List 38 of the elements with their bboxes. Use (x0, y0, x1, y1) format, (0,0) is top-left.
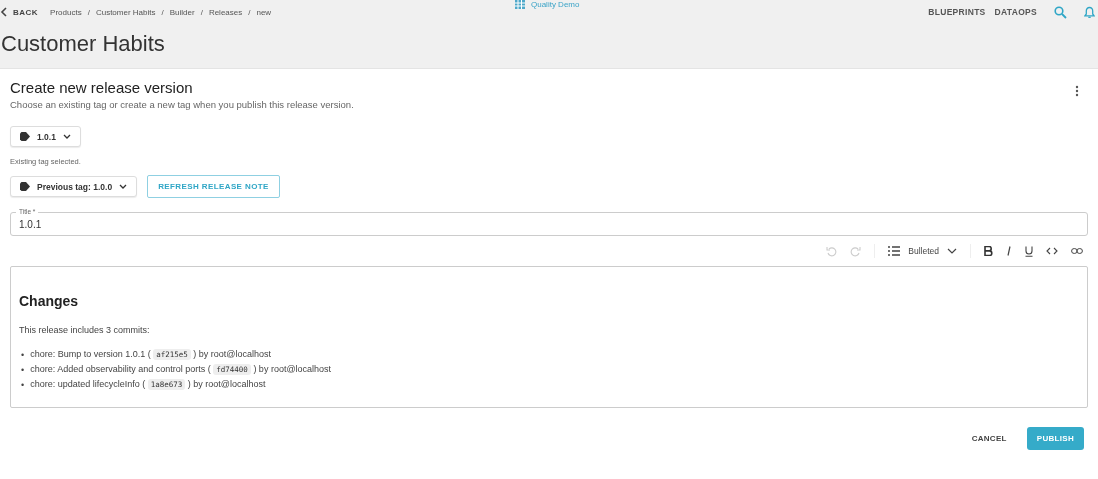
commits-intro: This release includes 3 commits: (19, 325, 151, 335)
tag-icon (20, 182, 30, 191)
breadcrumb-link[interactable]: Products (50, 7, 82, 17)
previous-tag-dropdown[interactable]: Previous tag: 1.0.0 (10, 176, 138, 197)
breadcrumb-separator: / (87, 7, 90, 17)
italic-icon[interactable] (1006, 246, 1012, 256)
grid-icon (515, 0, 525, 9)
form-heading: Create new release version (10, 79, 194, 96)
bold-icon[interactable] (984, 246, 993, 256)
page-title: Customer Habits (1, 31, 166, 57)
underline-icon[interactable] (1025, 245, 1033, 257)
chevron-left-icon (0, 7, 8, 17)
code-icon[interactable] (1046, 247, 1058, 255)
tag-dropdown[interactable]: 1.0.1 (10, 126, 81, 147)
chevron-down-icon (119, 184, 128, 189)
chevron-down-icon (947, 248, 957, 254)
breadcrumb-link[interactable]: Customer Habits (95, 7, 156, 17)
breadcrumb-link[interactable]: new (256, 7, 272, 17)
bullet: • (21, 364, 25, 375)
link-icon[interactable] (1071, 248, 1083, 254)
nav-link[interactable]: DATAOPS (994, 7, 1037, 17)
list-icon (888, 246, 901, 256)
list-style-dropdown[interactable]: Bulleted (888, 246, 957, 256)
cancel-button[interactable]: CANCEL (965, 433, 1013, 444)
nav-link[interactable]: BLUEPRINTS (928, 7, 986, 17)
breadcrumb-separator: / (200, 7, 203, 17)
breadcrumb-link[interactable]: Builder (169, 7, 195, 17)
breadcrumb-separator: / (161, 7, 164, 17)
tag-icon (20, 132, 30, 141)
more-icon[interactable] (1075, 85, 1079, 97)
breadcrumb-separator: / (248, 7, 251, 17)
changes-heading: Changes (19, 293, 80, 309)
bullet: • (21, 379, 25, 390)
form-subheading: Choose an existing tag or create a new tag when you publish this release version. (10, 99, 354, 110)
breadcrumb-link[interactable]: Releases (208, 7, 243, 17)
chevron-down-icon (62, 134, 71, 139)
back-button[interactable]: BACK (0, 7, 43, 17)
bullet: • (21, 349, 25, 360)
